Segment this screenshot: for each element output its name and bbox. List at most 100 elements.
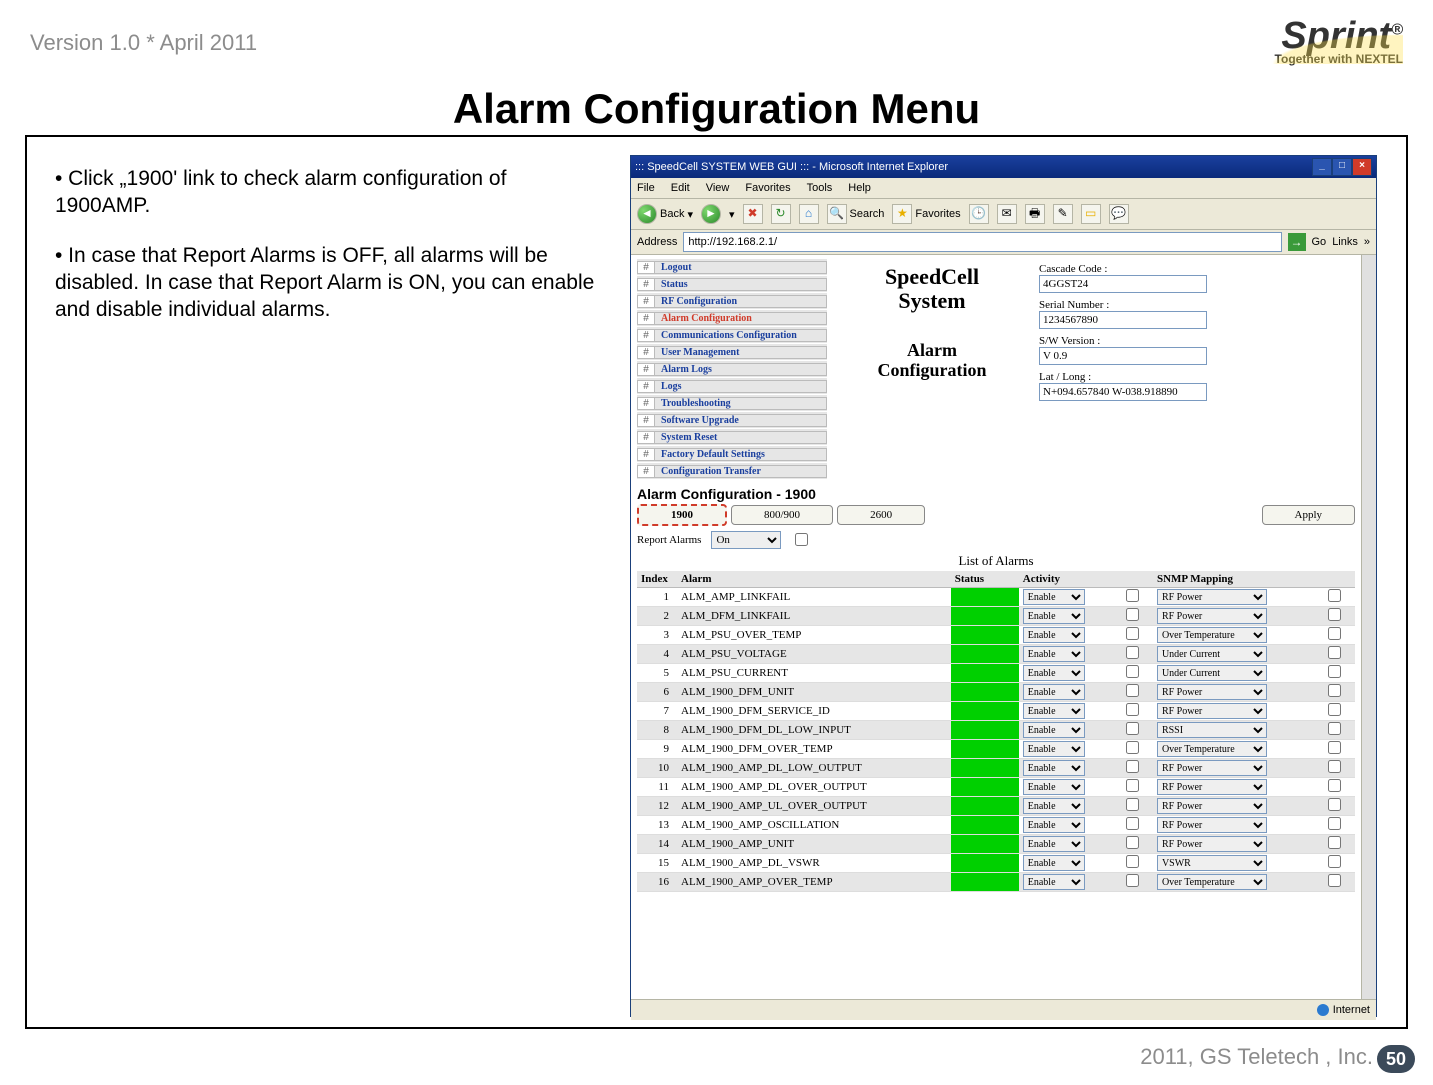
tab-800-900[interactable]: 800/900 (731, 505, 833, 525)
mapping-select[interactable]: RF Power (1157, 684, 1267, 700)
cascade-input[interactable] (1039, 275, 1207, 293)
edit-icon[interactable]: ✎ (1053, 204, 1073, 224)
activity-select[interactable]: Enable (1023, 646, 1085, 662)
mapping-select[interactable]: RF Power (1157, 779, 1267, 795)
home-icon[interactable]: ⌂ (799, 204, 819, 224)
nav-item[interactable]: #Logs (637, 378, 827, 395)
menu-file[interactable]: File (637, 182, 655, 194)
menu-edit[interactable]: Edit (671, 182, 690, 194)
menu-favorites[interactable]: Favorites (745, 182, 790, 194)
mapping-select[interactable]: RF Power (1157, 817, 1267, 833)
mapping-select[interactable]: Over Temperature (1157, 627, 1267, 643)
close-button[interactable]: × (1352, 158, 1372, 176)
mapping-select[interactable]: Over Temperature (1157, 741, 1267, 757)
activity-select[interactable]: Enable (1023, 722, 1085, 738)
mail-icon[interactable]: ✉ (997, 204, 1017, 224)
mapping-checkbox[interactable] (1328, 779, 1341, 792)
nav-item[interactable]: #Logout (637, 259, 827, 276)
mapping-select[interactable]: RF Power (1157, 798, 1267, 814)
mapping-checkbox[interactable] (1328, 589, 1341, 602)
nav-item[interactable]: #Communications Configuration (637, 327, 827, 344)
activity-select[interactable]: Enable (1023, 798, 1085, 814)
go-button[interactable]: → (1288, 233, 1306, 251)
forward-button[interactable]: ► (701, 204, 721, 224)
mapping-checkbox[interactable] (1328, 798, 1341, 811)
activity-select[interactable]: Enable (1023, 760, 1085, 776)
activity-select[interactable]: Enable (1023, 874, 1085, 890)
menu-help[interactable]: Help (848, 182, 871, 194)
nav-item[interactable]: #Status (637, 276, 827, 293)
activity-checkbox[interactable] (1126, 684, 1139, 697)
latlong-input[interactable] (1039, 383, 1207, 401)
mapping-select[interactable]: RF Power (1157, 608, 1267, 624)
activity-select[interactable]: Enable (1023, 589, 1085, 605)
nav-item[interactable]: #Factory Default Settings (637, 446, 827, 463)
mapping-select[interactable]: VSWR (1157, 855, 1267, 871)
activity-checkbox[interactable] (1126, 798, 1139, 811)
nav-item[interactable]: #Configuration Transfer (637, 463, 827, 480)
mapping-checkbox[interactable] (1328, 722, 1341, 735)
mapping-checkbox[interactable] (1328, 874, 1341, 887)
activity-checkbox[interactable] (1126, 665, 1139, 678)
activity-select[interactable]: Enable (1023, 608, 1085, 624)
minimize-button[interactable]: _ (1312, 158, 1332, 176)
activity-select[interactable]: Enable (1023, 627, 1085, 643)
mapping-checkbox[interactable] (1328, 760, 1341, 773)
mapping-checkbox[interactable] (1328, 855, 1341, 868)
activity-select[interactable]: Enable (1023, 855, 1085, 871)
mapping-select[interactable]: Over Temperature (1157, 874, 1267, 890)
favorites-button[interactable]: ★ Favorites (892, 204, 960, 224)
links-label[interactable]: Links (1332, 236, 1358, 248)
nav-item[interactable]: #Software Upgrade (637, 412, 827, 429)
history-icon[interactable]: 🕒 (969, 204, 989, 224)
mapping-checkbox[interactable] (1328, 627, 1341, 640)
mapping-checkbox[interactable] (1328, 665, 1341, 678)
mapping-checkbox[interactable] (1328, 836, 1341, 849)
mapping-checkbox[interactable] (1328, 684, 1341, 697)
scrollbar[interactable] (1361, 255, 1376, 999)
report-alarms-checkbox[interactable] (795, 533, 808, 546)
search-button[interactable]: 🔍 Search (827, 204, 885, 224)
mapping-checkbox[interactable] (1328, 608, 1341, 621)
print-icon[interactable]: 🖶 (1025, 204, 1045, 224)
nav-item[interactable]: #Alarm Logs (637, 361, 827, 378)
discuss-icon[interactable]: 💬 (1109, 204, 1129, 224)
tab-1900[interactable]: 1900 (637, 504, 727, 526)
mapping-checkbox[interactable] (1328, 646, 1341, 659)
maximize-button[interactable]: □ (1332, 158, 1352, 176)
nav-item[interactable]: #User Management (637, 344, 827, 361)
activity-checkbox[interactable] (1126, 779, 1139, 792)
mapping-select[interactable]: RF Power (1157, 760, 1267, 776)
activity-checkbox[interactable] (1126, 760, 1139, 773)
nav-item[interactable]: #Alarm Configuration (637, 310, 827, 327)
report-alarms-select[interactable]: On (711, 531, 781, 549)
serial-input[interactable] (1039, 311, 1207, 329)
mapping-checkbox[interactable] (1328, 703, 1341, 716)
menu-view[interactable]: View (706, 182, 730, 194)
mapping-select[interactable]: RSSI (1157, 722, 1267, 738)
refresh-icon[interactable]: ↻ (771, 204, 791, 224)
nav-item[interactable]: #RF Configuration (637, 293, 827, 310)
mapping-select[interactable]: RF Power (1157, 703, 1267, 719)
nav-item[interactable]: #Troubleshooting (637, 395, 827, 412)
activity-checkbox[interactable] (1126, 589, 1139, 602)
activity-checkbox[interactable] (1126, 741, 1139, 754)
mapping-select[interactable]: RF Power (1157, 836, 1267, 852)
activity-select[interactable]: Enable (1023, 741, 1085, 757)
activity-select[interactable]: Enable (1023, 703, 1085, 719)
activity-checkbox[interactable] (1126, 817, 1139, 830)
activity-checkbox[interactable] (1126, 646, 1139, 659)
activity-checkbox[interactable] (1126, 855, 1139, 868)
menu-tools[interactable]: Tools (807, 182, 833, 194)
activity-select[interactable]: Enable (1023, 684, 1085, 700)
mapping-select[interactable]: Under Current (1157, 646, 1267, 662)
folder-icon[interactable]: ▭ (1081, 204, 1101, 224)
activity-checkbox[interactable] (1126, 836, 1139, 849)
address-input[interactable] (683, 232, 1281, 252)
activity-select[interactable]: Enable (1023, 665, 1085, 681)
tab-2600[interactable]: 2600 (837, 505, 925, 525)
back-button[interactable]: ◄ Back ▾ (637, 204, 693, 224)
stop-icon[interactable]: ✖ (743, 204, 763, 224)
mapping-checkbox[interactable] (1328, 741, 1341, 754)
mapping-select[interactable]: Under Current (1157, 665, 1267, 681)
